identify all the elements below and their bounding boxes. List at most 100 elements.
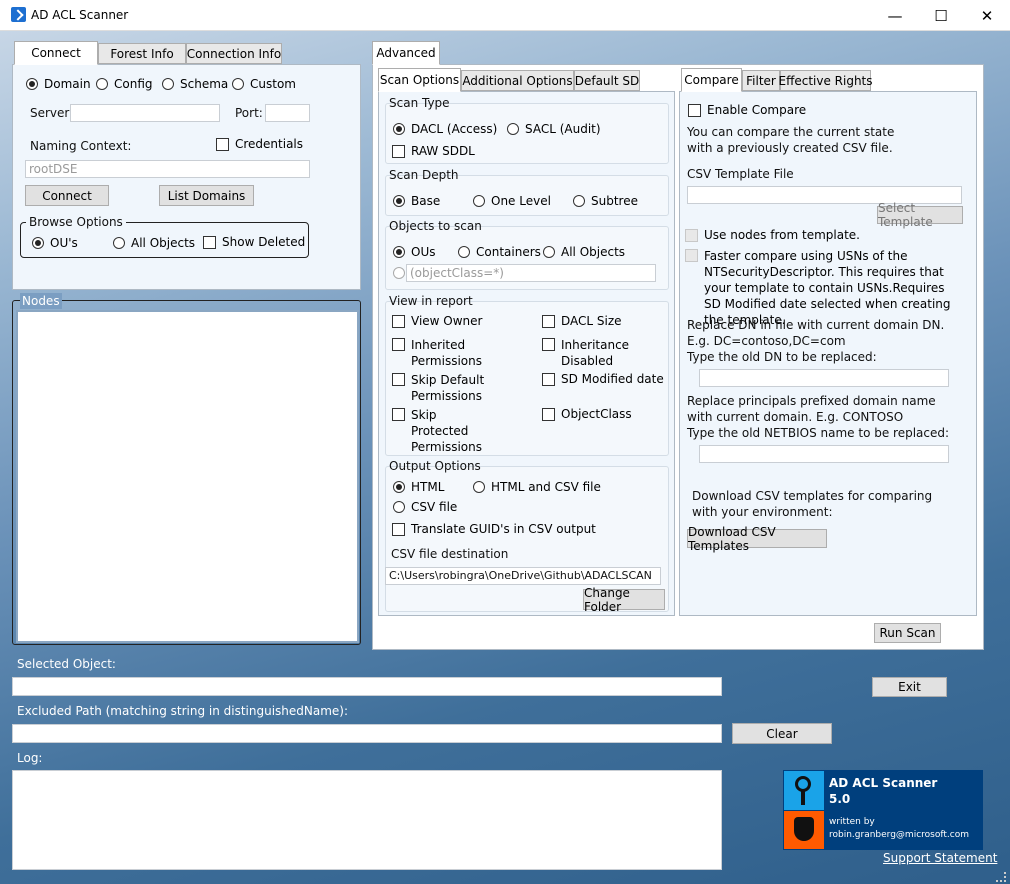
translate-guid-checkbox[interactable]: Translate GUID's in CSV output xyxy=(392,522,596,536)
replace-principals-label: Replace principals prefixed domain name … xyxy=(687,394,936,424)
tab-effective-rights[interactable]: Effective Rights xyxy=(778,70,873,91)
compare-description: You can compare the current state with a… xyxy=(687,125,895,155)
credentials-checkbox[interactable]: Credentials xyxy=(216,137,303,151)
inheritance-disabled-checkbox[interactable]: Inheritance Disabled xyxy=(542,337,632,369)
radio-config[interactable]: Config xyxy=(96,77,153,91)
download-csv-templates-button[interactable]: Download CSV Templates xyxy=(687,525,827,553)
checkbox-box xyxy=(392,408,405,421)
checkbox-box xyxy=(542,408,555,421)
dacl-size-checkbox[interactable]: DACL Size xyxy=(542,314,662,328)
window-title: AD ACL Scanner xyxy=(31,8,129,22)
csv-destination-input[interactable]: C:\Users\robingra\OneDrive\Github\ADACLS… xyxy=(385,567,661,585)
replace-dn-example: E.g. DC=contoso,DC=com xyxy=(687,334,846,348)
radio-dot xyxy=(162,78,174,90)
view-owner-checkbox[interactable]: View Owner xyxy=(392,314,512,328)
csv-template-label: CSV Template File xyxy=(687,167,794,181)
faster-compare-checkbox[interactable]: Faster compare using USNs of the NTSecur… xyxy=(685,248,965,328)
nodes-tree[interactable] xyxy=(16,310,359,643)
badge-email: robin.granberg@microsoft.com xyxy=(829,830,969,840)
replace-netbios-label: Type the old NETBIOS name to be replaced… xyxy=(687,426,950,440)
port-label: Port: xyxy=(235,106,263,120)
enable-compare-checkbox[interactable]: Enable Compare xyxy=(688,103,806,117)
tab-compare[interactable]: Compare xyxy=(681,68,742,92)
maximize-button[interactable]: ☐ xyxy=(918,0,964,31)
badge-version: 5.0 xyxy=(829,792,851,806)
sd-modified-checkbox[interactable]: SD Modified date xyxy=(542,372,667,386)
radio-html[interactable]: HTML xyxy=(393,480,444,494)
tab-forest-info[interactable]: Forest Info xyxy=(98,43,186,64)
checkbox-box xyxy=(392,523,405,536)
powershell-app-icon xyxy=(11,7,26,22)
radio-domain[interactable]: Domain xyxy=(26,77,91,91)
radio-objects-all[interactable]: All Objects xyxy=(543,245,625,259)
tab-filter[interactable]: Filter xyxy=(742,70,780,91)
browse-options-label: Browse Options xyxy=(26,214,126,230)
minimize-button[interactable]: — xyxy=(872,0,918,31)
use-nodes-checkbox[interactable]: Use nodes from template. xyxy=(685,228,860,242)
run-scan-button[interactable]: Run Scan xyxy=(874,623,941,643)
objectclass-checkbox[interactable]: ObjectClass xyxy=(542,407,662,421)
tab-connection-info[interactable]: Connection Info xyxy=(186,43,282,64)
checkbox-box xyxy=(688,104,701,117)
radio-csv[interactable]: CSV file xyxy=(393,500,457,514)
close-button[interactable]: ✕ xyxy=(964,0,1010,31)
ldap-filter-input[interactable]: (objectClass=*) xyxy=(406,264,656,282)
clear-button[interactable]: Clear xyxy=(732,723,832,744)
naming-context-input[interactable]: rootDSE xyxy=(25,160,310,178)
radio-browse-all-objects[interactable]: All Objects xyxy=(113,236,195,250)
shield-icon xyxy=(784,811,824,849)
raw-sddl-checkbox[interactable]: RAW SDDL xyxy=(392,144,475,158)
radio-one-level[interactable]: One Level xyxy=(473,194,551,208)
output-options-label: Output Options xyxy=(389,459,481,473)
show-deleted-checkbox[interactable]: Show Deleted xyxy=(203,235,305,249)
radio-objects-ous[interactable]: OUs xyxy=(393,245,435,259)
radio-base[interactable]: Base xyxy=(393,194,440,208)
server-input[interactable] xyxy=(70,104,220,122)
resize-grip[interactable] xyxy=(996,872,1006,882)
server-label: Server: xyxy=(30,106,74,120)
connect-button[interactable]: Connect xyxy=(25,185,109,206)
change-folder-button[interactable]: Change Folder xyxy=(583,586,665,614)
tab-additional-options[interactable]: Additional Options xyxy=(461,70,574,91)
support-statement-link[interactable]: Support Statement xyxy=(883,851,997,865)
radio-dacl[interactable]: DACL (Access) xyxy=(393,122,497,136)
scan-depth-label: Scan Depth xyxy=(389,168,459,182)
radio-browse-ous[interactable]: OU's xyxy=(32,236,78,250)
checkbox-box xyxy=(392,315,405,328)
checkbox-box xyxy=(203,236,216,249)
radio-sacl[interactable]: SACL (Audit) xyxy=(507,122,601,136)
app-badge: AD ACL Scanner 5.0 written by robin.gran… xyxy=(783,770,983,850)
select-template-button[interactable]: Select Template xyxy=(877,201,963,229)
log-label: Log: xyxy=(17,751,43,765)
radio-custom[interactable]: Custom xyxy=(232,77,296,91)
list-domains-button[interactable]: List Domains xyxy=(159,185,254,206)
checkbox-box xyxy=(542,315,555,328)
tab-connect[interactable]: Connect xyxy=(14,41,98,65)
radio-subtree[interactable]: Subtree xyxy=(573,194,638,208)
checkbox-box xyxy=(392,145,405,158)
radio-dot xyxy=(232,78,244,90)
exit-button[interactable]: Exit xyxy=(872,677,947,697)
old-netbios-input[interactable] xyxy=(699,445,949,463)
tab-advanced[interactable]: Advanced xyxy=(372,41,440,65)
skip-default-checkbox[interactable]: Skip Default Permissions xyxy=(392,372,492,404)
checkbox-box xyxy=(216,138,229,151)
checkbox-box xyxy=(685,249,698,262)
inherited-permissions-checkbox[interactable]: Inherited Permissions xyxy=(392,337,492,369)
selected-object-input[interactable] xyxy=(12,677,722,696)
radio-schema[interactable]: Schema xyxy=(162,77,228,91)
scan-type-label: Scan Type xyxy=(389,96,450,110)
log-textbox[interactable] xyxy=(12,770,722,870)
radio-html-csv[interactable]: HTML and CSV file xyxy=(473,480,601,494)
nodes-label: Nodes xyxy=(20,293,62,309)
radio-containers[interactable]: Containers xyxy=(458,245,541,259)
old-dn-input[interactable] xyxy=(699,369,949,387)
tab-default-sd[interactable]: Default SD xyxy=(574,70,640,91)
excluded-path-input[interactable] xyxy=(12,724,722,743)
skip-protected-checkbox[interactable]: Skip Protected Permissions xyxy=(392,407,492,455)
port-input[interactable] xyxy=(265,104,310,122)
tab-scan-options[interactable]: Scan Options xyxy=(378,68,461,92)
radio-dot xyxy=(573,195,585,207)
radio-dot xyxy=(393,481,405,493)
radio-dot xyxy=(393,195,405,207)
